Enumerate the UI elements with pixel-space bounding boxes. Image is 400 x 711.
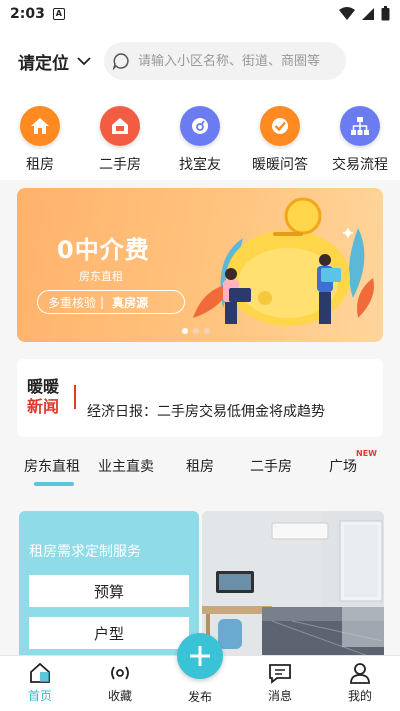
category-label: 暖暖问答 [252,157,308,173]
user-icon [350,663,370,684]
plus-icon [190,646,210,666]
flow-chart-icon [340,106,380,146]
nav-favorites-label: 收藏 [107,689,132,703]
news-brand-line1: 暖暖 [27,377,60,396]
check-qa-icon [260,106,300,146]
listing-tabs: 房东直租 业主直卖 租房 二手房 广场 NEW [0,449,400,492]
chevron-down-icon [77,57,91,66]
home-icon [30,662,50,683]
news-headline[interactable]: 经济日报：二手房交易低佣金将成趋势 [87,401,325,421]
tab-second-hand[interactable]: 二手房 [250,456,292,476]
search-box[interactable] [104,42,346,80]
news-brand-line2: 新闻 [27,397,60,416]
page-dot[interactable] [204,328,210,334]
listing-photo-card[interactable] [202,511,384,661]
chat-bubble-icon [112,53,129,70]
status-bar: 2:03 A [0,0,400,27]
publish-button[interactable] [177,633,223,679]
news-divider [74,385,76,409]
category-label: 找室友 [179,157,221,173]
banner-tag-right: 真房源 [112,295,149,310]
page-dot-active[interactable] [182,328,188,334]
header: 请定位 [0,27,400,97]
banner-tag-left: 多重核验 [48,295,97,310]
banner-title: 0中介费 [57,236,150,264]
promo-banner[interactable]: 0中介费 房东直租 多重核验 | 真房源 [17,188,383,342]
nav-home[interactable]: 首页 [0,656,80,711]
bedroom-photo [202,511,384,661]
category-row: 租房 二手房 找室友 暖暖问答 交易流程 [0,97,400,180]
tab-plaza[interactable]: 广场 NEW [329,449,377,476]
custom-rent-service-card[interactable]: 租房需求定制服务 预算 户型 [19,511,199,661]
wifi-icon [339,6,355,20]
notification-a-icon: A [52,7,65,20]
search-input[interactable] [138,53,328,69]
category-roommate[interactable]: 找室友 [160,97,240,180]
category-label: 二手房 [99,157,141,173]
layout-option[interactable]: 户型 [29,617,189,649]
nav-favorites[interactable]: 收藏 [80,656,160,711]
news-brand: 暖暖 新闻 [27,377,59,417]
category-rent[interactable]: 租房 [0,97,80,180]
tab-plaza-label: 广场 [329,459,357,475]
piggy-bank-illustration [193,197,374,326]
tag-divider: | [100,295,105,309]
category-label: 交易流程 [332,157,388,173]
nav-mine-label: 我的 [347,689,372,703]
budget-option[interactable]: 预算 [29,575,189,607]
second-hand-house-icon [100,106,140,146]
nav-messages[interactable]: 消息 [240,656,320,711]
status-time: 2:03 [10,5,45,22]
new-badge: NEW [356,449,377,458]
active-tab-indicator [34,482,74,486]
message-icon [269,664,291,684]
location-selector[interactable]: 请定位 [18,49,91,74]
house-icon [20,106,60,146]
news-ticker[interactable]: 暖暖 新闻 经济日报：二手房交易低佣金将成趋势 [17,359,383,437]
category-label: 租房 [26,157,54,173]
category-process[interactable]: 交易流程 [320,97,400,180]
nav-mine[interactable]: 我的 [320,656,400,711]
service-card-title: 租房需求定制服务 [29,544,141,560]
banner-tag: 多重核验 | 真房源 [37,290,185,314]
nav-publish-label: 发布 [187,690,212,704]
location-label: 请定位 [18,54,69,74]
signal-icon [362,7,374,20]
tab-owner-sale[interactable]: 业主直卖 [98,456,154,476]
nav-messages-label: 消息 [267,689,292,703]
battery-icon [381,6,390,21]
page-dot[interactable] [193,328,199,334]
nav-home-label: 首页 [27,689,52,703]
banner-subtitle: 房东直租 [79,270,123,283]
category-second-hand[interactable]: 二手房 [80,97,160,180]
tab-rent[interactable]: 租房 [186,456,214,476]
category-qa[interactable]: 暖暖问答 [240,97,320,180]
status-icons [339,6,390,21]
roommate-icon [180,106,220,146]
banner-pagination [182,328,210,334]
tab-landlord-rent[interactable]: 房东直租 [24,456,80,476]
broadcast-icon [111,666,129,680]
